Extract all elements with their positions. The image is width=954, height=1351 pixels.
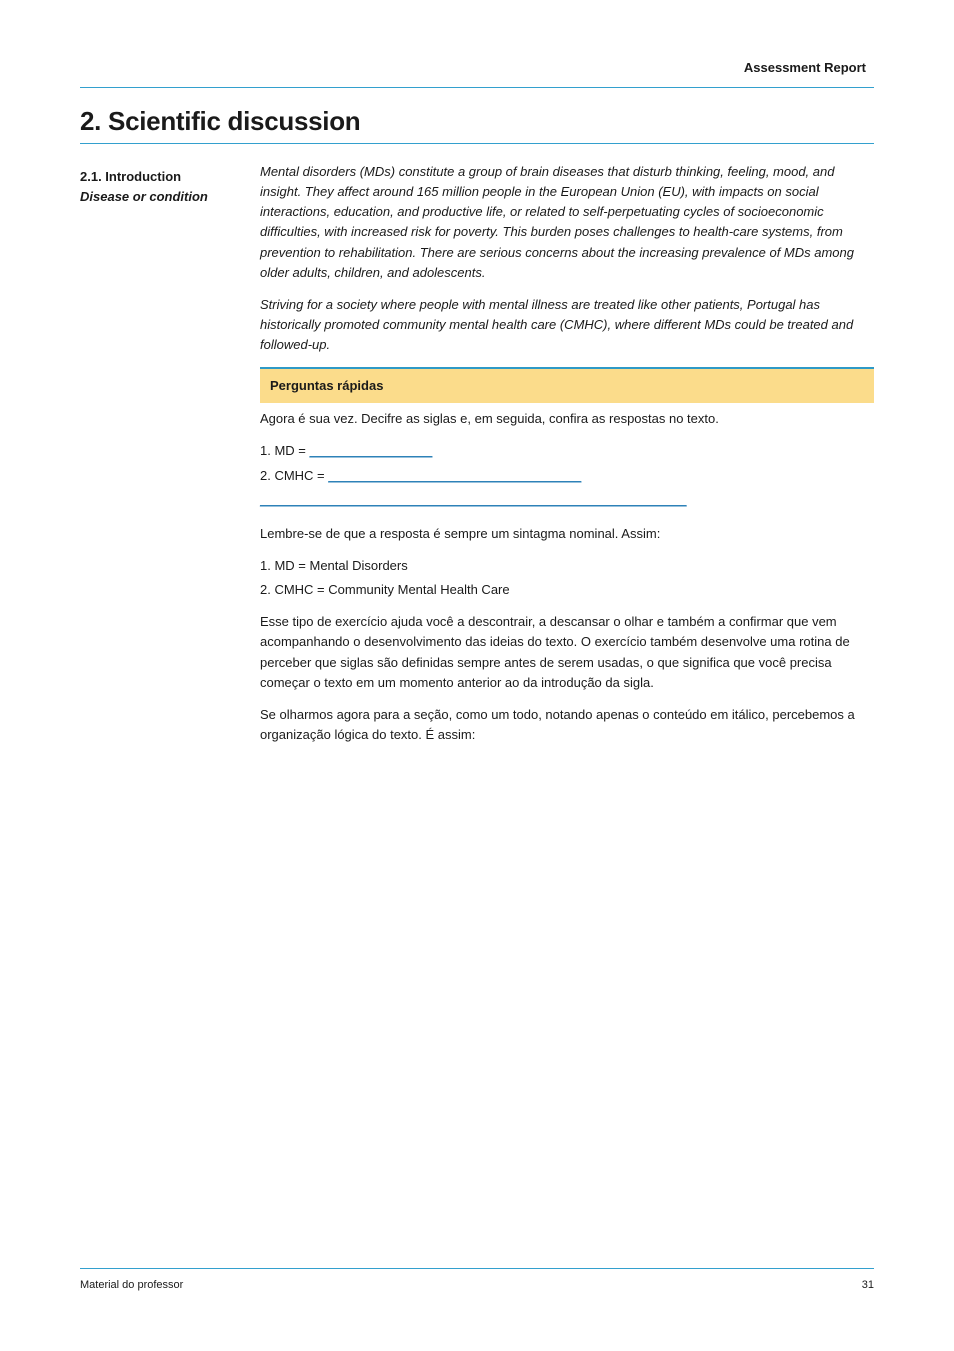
blank-line: ________________________________________… xyxy=(260,490,874,510)
paragraph-explain-1: Esse tipo de exercício ajuda você a desc… xyxy=(260,612,874,693)
question-2: 2. CMHC = ______________________________… xyxy=(260,466,874,486)
question-2-blank[interactable]: ___________________________________ xyxy=(328,468,581,483)
section-number: 2. xyxy=(80,106,101,136)
top-rule xyxy=(80,87,874,88)
answer-2: 2. CMHC = Community Mental Health Care xyxy=(260,580,874,600)
highlight-title: Perguntas rápidas xyxy=(270,378,383,393)
doc-title: Assessment Report xyxy=(80,60,874,75)
question-2-label: 2. CMHC = xyxy=(260,468,328,483)
question-1: 1. MD = _________________ xyxy=(260,441,874,461)
question-1-label: 1. MD = xyxy=(260,443,310,458)
section-heading: 2. Scientific discussion xyxy=(80,106,874,137)
bottom-rule xyxy=(80,1268,874,1269)
answer-1: 1. MD = Mental Disorders xyxy=(260,556,874,576)
blank-line-link[interactable]: ________________________________________… xyxy=(260,492,687,507)
mid-rule xyxy=(80,143,874,144)
highlight-banner: Perguntas rápidas xyxy=(260,367,874,403)
answers-intro: Lembre-se de que a resposta é sempre um … xyxy=(260,524,874,544)
questions-intro: Agora é sua vez. Decifre as siglas e, em… xyxy=(260,409,874,429)
paragraph-explain-2: Se olharmos agora para a seção, como um … xyxy=(260,705,874,745)
footer-left: Material do professor xyxy=(80,1279,183,1291)
subsection-heading: 2.1. Introduction xyxy=(80,168,240,186)
subsection-subtitle: Disease or condition xyxy=(80,188,240,206)
question-1-blank[interactable]: _________________ xyxy=(310,443,433,458)
section-title-text: Scientific discussion xyxy=(108,106,360,136)
paragraph-intro-2: Striving for a society where people with… xyxy=(260,295,874,355)
paragraph-intro-1: Mental disorders (MDs) constitute a grou… xyxy=(260,162,874,283)
footer: Material do professor 31 xyxy=(80,1250,874,1291)
page-number: 31 xyxy=(862,1279,874,1291)
